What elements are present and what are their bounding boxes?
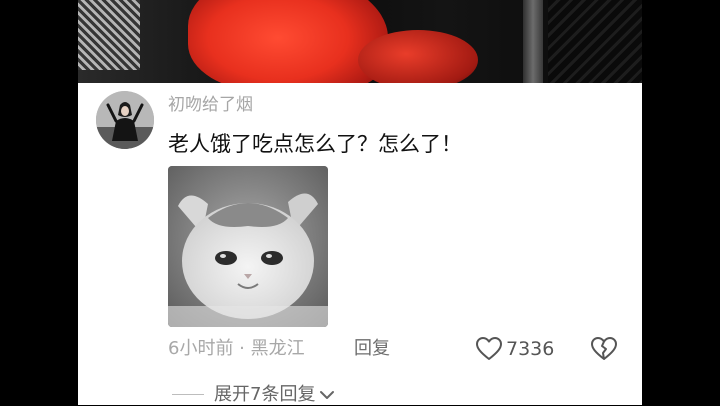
crying-kitten-sticker[interactable] <box>168 166 328 327</box>
video-red-object <box>188 0 388 83</box>
like-count: 7336 <box>506 338 555 360</box>
right-letterbox <box>642 0 720 405</box>
expand-replies-button[interactable]: 展开7条回复 <box>214 384 335 406</box>
video-dark-fabric <box>548 0 642 83</box>
video-frame[interactable] <box>78 0 642 83</box>
avatar[interactable] <box>96 91 154 149</box>
video-light-streak <box>523 0 543 83</box>
like-button[interactable]: 7336 <box>476 335 554 363</box>
video-red-object-2 <box>358 30 478 83</box>
comment-time-location: 6小时前 · 黑龙江 <box>168 338 305 359</box>
heart-outline-icon <box>476 337 502 360</box>
video-fabric-pattern <box>78 0 140 70</box>
reply-button[interactable]: 回复 <box>354 337 390 361</box>
expand-replies-label: 展开7条回复 <box>214 384 316 405</box>
left-letterbox <box>0 0 78 405</box>
expand-divider <box>172 394 204 395</box>
comment-text: 老人饿了吃点怎么了？怎么了！ <box>168 132 462 156</box>
chevron-down-icon <box>320 391 335 399</box>
broken-heart-icon[interactable] <box>591 336 617 362</box>
comment-username[interactable]: 初吻给了烟 <box>168 94 253 116</box>
